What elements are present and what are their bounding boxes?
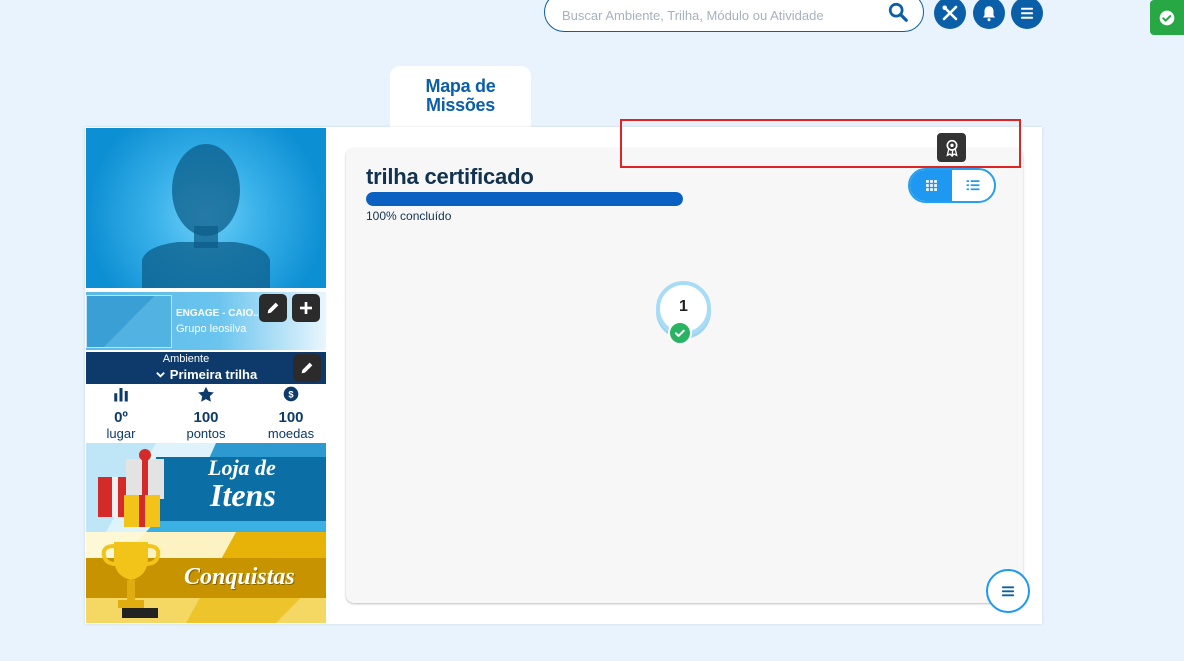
- certificate-button[interactable]: [937, 133, 966, 162]
- pencil-icon: [267, 302, 279, 314]
- add-group-button[interactable]: [292, 294, 320, 322]
- plus-icon: [300, 302, 312, 314]
- star-icon: [198, 386, 214, 402]
- menu-icon[interactable]: [1011, 0, 1043, 29]
- pencil-icon: [301, 362, 313, 374]
- group-name: ENGAGE - CAIO...: [176, 308, 262, 319]
- conquistas-title: Conquistas: [184, 564, 295, 590]
- certificate-icon: [945, 139, 958, 157]
- loja-title: Loja de Itens: [208, 455, 276, 513]
- trail-title: trilha certificado: [366, 164, 534, 189]
- stat-value: 0º: [114, 409, 128, 426]
- group-subtitle: Grupo leosilva: [176, 323, 247, 335]
- edit-environment-button[interactable]: [293, 354, 321, 382]
- avatar: [86, 128, 326, 288]
- grid-icon: [925, 180, 937, 191]
- floating-menu-button[interactable]: [986, 569, 1030, 613]
- stat-label: moedas: [267, 426, 315, 441]
- progress-bar: [366, 192, 683, 206]
- progress-fill: [366, 192, 683, 206]
- search-icon[interactable]: [887, 1, 911, 25]
- loja-line2: Itens: [210, 477, 276, 513]
- tab-label: Mapa de Missões: [425, 76, 496, 115]
- tools-icon[interactable]: [934, 0, 966, 29]
- stat-value: 100: [278, 409, 304, 426]
- environment-value-label: Primeira trilha: [169, 367, 258, 382]
- conquistas-banner[interactable]: Conquistas: [86, 532, 326, 623]
- status-badge[interactable]: [1150, 0, 1184, 35]
- environment-selector[interactable]: Ambiente Primeira trilha: [86, 352, 326, 384]
- chevron-down-icon: [155, 368, 166, 383]
- view-toggle: [908, 168, 996, 203]
- list-icon: [966, 180, 980, 191]
- bell-icon[interactable]: [973, 0, 1005, 29]
- edit-group-button[interactable]: [259, 294, 287, 322]
- bar-chart-icon: [114, 388, 128, 402]
- tab-mapa-de-missoes[interactable]: Mapa de Missões: [390, 66, 531, 130]
- stat-moedas: $ 100 moedas: [251, 386, 331, 441]
- menu-icon: [1002, 586, 1014, 597]
- check-icon: [1159, 10, 1175, 25]
- grid-view-button[interactable]: [910, 170, 952, 201]
- environment-label: Ambiente: [162, 353, 210, 365]
- loja-line1: Loja de: [208, 455, 276, 480]
- stat-lugar: 0º lugar: [81, 386, 161, 441]
- stat-pontos: 100 pontos: [166, 386, 246, 441]
- stat-label: lugar: [106, 426, 136, 441]
- list-view-button[interactable]: [952, 170, 994, 201]
- coin-icon: $: [283, 386, 299, 402]
- stat-value: 100: [193, 409, 219, 426]
- progress-text: 100% concluído: [366, 209, 452, 223]
- completed-check-icon: [668, 321, 692, 345]
- loja-de-itens-banner[interactable]: Loja de Itens: [86, 443, 326, 532]
- mission-node-number: 1: [679, 298, 688, 315]
- environment-value: Primeira trilha: [86, 367, 326, 383]
- stat-label: pontos: [186, 426, 226, 441]
- search-bar: [544, 0, 924, 32]
- search-input[interactable]: [560, 3, 874, 27]
- group-thumbnail: [86, 295, 172, 348]
- svg-text:$: $: [288, 389, 294, 399]
